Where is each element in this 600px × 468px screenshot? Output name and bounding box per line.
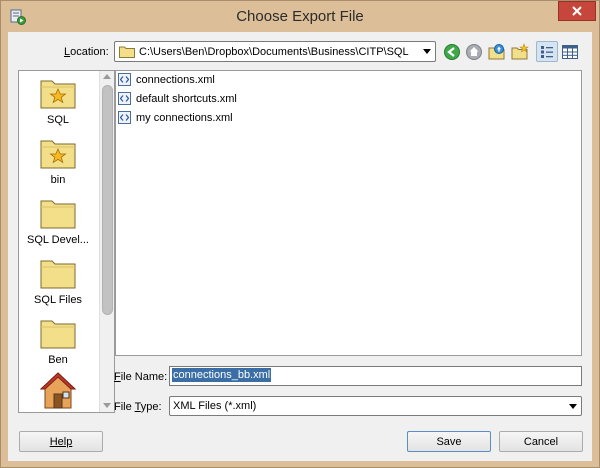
places-panel: SQL bin SQL Devel... SQL Files Ben: [18, 70, 115, 413]
scroll-thumb[interactable]: [102, 85, 113, 315]
place-item-bin[interactable]: bin: [19, 137, 97, 186]
window-title: Choose Export File: [236, 8, 364, 25]
chevron-down-icon[interactable]: [423, 49, 431, 54]
export-dialog: Choose Export File Location: C:\Users\Be…: [0, 0, 600, 468]
location-label: Location:: [64, 46, 109, 58]
list-view-icon: [541, 45, 553, 58]
file-name-input[interactable]: connections_bb.xml: [169, 366, 582, 386]
title-bar[interactable]: Choose Export File: [1, 1, 599, 32]
back-button[interactable]: [443, 43, 461, 61]
place-label: SQL Files: [34, 294, 82, 306]
file-name-value: connections_bb.xml: [172, 368, 272, 382]
folder-icon: [40, 200, 76, 229]
file-item[interactable]: connections.xml: [118, 71, 215, 88]
file-item[interactable]: default shortcuts.xml: [118, 90, 237, 107]
place-label: Ben: [48, 354, 68, 366]
save-button[interactable]: Save: [407, 431, 491, 452]
back-icon: [444, 44, 460, 60]
folder-icon: [40, 320, 76, 349]
list-view-button[interactable]: [536, 41, 558, 62]
location-combo[interactable]: C:\Users\Ben\Dropbox\Documents\Business\…: [114, 41, 436, 62]
starred-folder-icon: [40, 80, 76, 109]
place-item-ben[interactable]: Ben: [19, 317, 97, 366]
place-item-home[interactable]: [19, 371, 97, 409]
xml-file-icon: [118, 73, 131, 86]
new-folder-icon: [511, 43, 529, 60]
place-item-sql[interactable]: SQL: [19, 77, 97, 126]
starred-folder-icon: [40, 140, 76, 169]
place-label: SQL Devel...: [27, 234, 89, 246]
places-scrollbar[interactable]: [99, 71, 114, 412]
place-item-sql-files[interactable]: SQL Files: [19, 257, 97, 306]
scroll-up-icon[interactable]: [103, 74, 111, 79]
help-button[interactable]: Help: [19, 431, 103, 452]
details-view-button[interactable]: [559, 41, 581, 62]
home-icon: [466, 44, 482, 60]
file-type-value: XML Files (*.xml): [173, 400, 257, 412]
file-type-label: File Type:: [114, 401, 162, 413]
xml-file-icon: [118, 92, 131, 105]
file-type-combo[interactable]: XML Files (*.xml): [169, 396, 582, 416]
place-label: SQL: [46, 114, 69, 126]
file-item[interactable]: my connections.xml: [118, 109, 233, 126]
folder-icon: [40, 260, 76, 289]
chevron-down-icon[interactable]: [569, 404, 577, 409]
location-path: C:\Users\Ben\Dropbox\Documents\Business\…: [139, 46, 409, 58]
file-name: my connections.xml: [136, 111, 233, 124]
place-item-sql-developer[interactable]: SQL Devel...: [19, 197, 97, 246]
home-button[interactable]: [465, 43, 483, 61]
help-button-label: Help: [49, 435, 73, 448]
file-list[interactable]: connections.xml default shortcuts.xml my…: [115, 70, 582, 356]
xml-file-icon: [118, 111, 131, 124]
file-name: default shortcuts.xml: [136, 92, 237, 105]
file-name-label: File Name:: [114, 371, 168, 383]
folder-icon: [119, 46, 135, 58]
place-label: bin: [50, 174, 66, 186]
home-icon: [39, 372, 77, 409]
close-icon: [572, 6, 582, 16]
dialog-content: Location: C:\Users\Ben\Dropbox\Documents…: [8, 32, 592, 461]
up-folder-button[interactable]: [488, 43, 506, 61]
cancel-button[interactable]: Cancel: [499, 431, 583, 452]
new-folder-button[interactable]: [511, 43, 529, 61]
close-button[interactable]: [558, 1, 596, 21]
details-view-icon: [562, 44, 578, 59]
file-name: connections.xml: [136, 73, 215, 86]
up-folder-icon: [488, 44, 505, 60]
scroll-down-icon[interactable]: [103, 403, 111, 408]
